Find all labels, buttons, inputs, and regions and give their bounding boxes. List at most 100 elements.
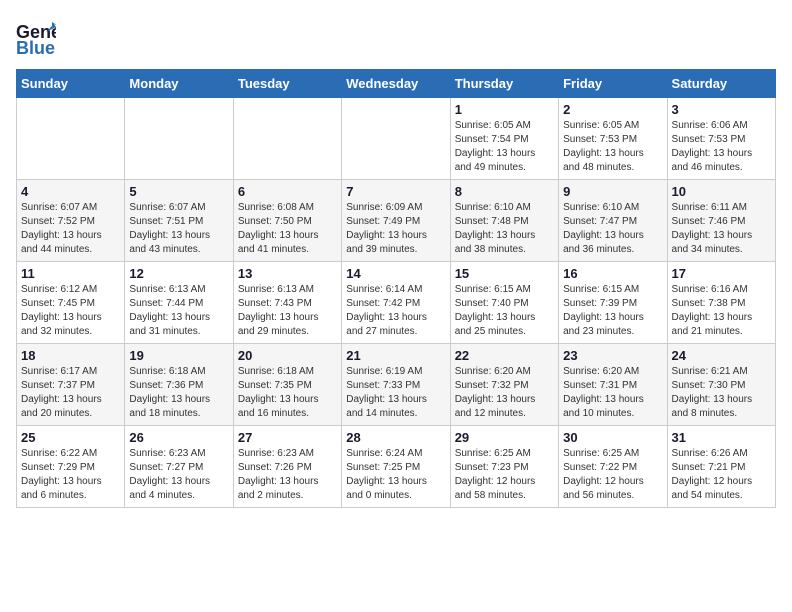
day-number: 1	[455, 102, 554, 117]
calendar-cell: 23Sunrise: 6:20 AM Sunset: 7:31 PM Dayli…	[559, 344, 667, 426]
calendar-cell: 31 Sunrise: 6:26 AM Sunset: 7:21 PM Dayli…	[667, 426, 775, 508]
calendar-header-row: SundayMondayTuesdayWednesdayThursdayFrid…	[17, 70, 776, 98]
calendar-header-thursday: Thursday	[450, 70, 558, 98]
calendar-cell: 4 Sunrise: 6:07 AM Sunset: 7:52 PM Daylig…	[17, 180, 125, 262]
calendar-cell: 24 Sunrise: 6:21 AM Sunset: 7:30 PM Dayli…	[667, 344, 775, 426]
day-info: Sunrise: 6:24 AM Sunset: 7:25 PM Dayligh…	[346, 447, 445, 503]
day-info: Sunrise: 6:09 AM Sunset: 7:49 PM Dayligh…	[346, 201, 445, 257]
day-number: 28	[346, 430, 445, 445]
day-info: Sunrise: 6:18 AM Sunset: 7:35 PM Dayligh…	[238, 365, 337, 421]
day-number: 3	[672, 102, 771, 117]
day-number: 6	[238, 184, 337, 199]
calendar-header-monday: Monday	[125, 70, 233, 98]
day-info: Sunrise: 6:19 AM Sunset: 7:33 PM Dayligh…	[346, 365, 445, 421]
day-number: 7	[346, 184, 445, 199]
day-info: Sunrise: 6:15 AM Sunset: 7:39 PM Dayligh…	[563, 283, 662, 339]
calendar-week-2: 4 Sunrise: 6:07 AM Sunset: 7:52 PM Daylig…	[17, 180, 776, 262]
calendar-cell: 30 Sunrise: 6:25 AM Sunset: 7:22 PM Dayli…	[559, 426, 667, 508]
calendar-header-sunday: Sunday	[17, 70, 125, 98]
day-info: Sunrise: 6:07 AM Sunset: 7:52 PM Dayligh…	[21, 201, 120, 257]
day-info: Sunrise: 6:16 AM Sunset: 7:38 PM Dayligh…	[672, 283, 771, 339]
calendar-cell: 16 Sunrise: 6:15 AM Sunset: 7:39 PM Dayli…	[559, 262, 667, 344]
calendar-cell: 27 Sunrise: 6:23 AM Sunset: 7:26 PM Dayli…	[233, 426, 341, 508]
day-info: Sunrise: 6:11 AM Sunset: 7:46 PM Dayligh…	[672, 201, 771, 257]
day-info: Sunrise: 6:17 AM Sunset: 7:37 PM Dayligh…	[21, 365, 120, 421]
calendar-cell	[233, 98, 341, 180]
day-number: 20	[238, 348, 337, 363]
day-info: Sunrise: 6:13 AM Sunset: 7:44 PM Dayligh…	[129, 283, 228, 339]
calendar-cell: 12 Sunrise: 6:13 AM Sunset: 7:44 PM Dayli…	[125, 262, 233, 344]
day-number: 23	[563, 348, 662, 363]
calendar-cell: 20 Sunrise: 6:18 AM Sunset: 7:35 PM Dayli…	[233, 344, 341, 426]
calendar-cell: 8 Sunrise: 6:10 AM Sunset: 7:48 PM Daylig…	[450, 180, 558, 262]
calendar-table: SundayMondayTuesdayWednesdayThursdayFrid…	[16, 69, 776, 508]
day-number: 18	[21, 348, 120, 363]
header: General Blue	[16, 16, 776, 61]
calendar-cell	[17, 98, 125, 180]
day-number: 27	[238, 430, 337, 445]
day-info: Sunrise: 6:13 AM Sunset: 7:43 PM Dayligh…	[238, 283, 337, 339]
day-number: 16	[563, 266, 662, 281]
day-info: Sunrise: 6:23 AM Sunset: 7:27 PM Dayligh…	[129, 447, 228, 503]
calendar-cell	[342, 98, 450, 180]
day-number: 5	[129, 184, 228, 199]
day-number: 21	[346, 348, 445, 363]
day-info: Sunrise: 6:10 AM Sunset: 7:47 PM Dayligh…	[563, 201, 662, 257]
calendar-header-tuesday: Tuesday	[233, 70, 341, 98]
calendar-cell: 6 Sunrise: 6:08 AM Sunset: 7:50 PM Daylig…	[233, 180, 341, 262]
day-info: Sunrise: 6:25 AM Sunset: 7:22 PM Dayligh…	[563, 447, 662, 503]
logo: General Blue	[16, 16, 56, 61]
day-info: Sunrise: 6:26 AM Sunset: 7:21 PM Dayligh…	[672, 447, 771, 503]
calendar-cell: 18 Sunrise: 6:17 AM Sunset: 7:37 PM Dayli…	[17, 344, 125, 426]
day-info: Sunrise: 6:18 AM Sunset: 7:36 PM Dayligh…	[129, 365, 228, 421]
day-info: Sunrise: 6:05 AM Sunset: 7:53 PM Dayligh…	[563, 119, 662, 175]
calendar-cell: 29Sunrise: 6:25 AM Sunset: 7:23 PM Dayli…	[450, 426, 558, 508]
calendar-cell: 22 Sunrise: 6:20 AM Sunset: 7:32 PM Dayli…	[450, 344, 558, 426]
calendar-cell: 19 Sunrise: 6:18 AM Sunset: 7:36 PM Dayli…	[125, 344, 233, 426]
calendar-cell: 21 Sunrise: 6:19 AM Sunset: 7:33 PM Dayli…	[342, 344, 450, 426]
day-info: Sunrise: 6:14 AM Sunset: 7:42 PM Dayligh…	[346, 283, 445, 339]
calendar-cell: 26 Sunrise: 6:23 AM Sunset: 7:27 PM Dayli…	[125, 426, 233, 508]
day-info: Sunrise: 6:12 AM Sunset: 7:45 PM Dayligh…	[21, 283, 120, 339]
calendar-week-1: 1 Sunrise: 6:05 AM Sunset: 7:54 PM Daylig…	[17, 98, 776, 180]
calendar-week-4: 18 Sunrise: 6:17 AM Sunset: 7:37 PM Dayli…	[17, 344, 776, 426]
day-number: 17	[672, 266, 771, 281]
day-number: 24	[672, 348, 771, 363]
day-info: Sunrise: 6:10 AM Sunset: 7:48 PM Dayligh…	[455, 201, 554, 257]
day-number: 8	[455, 184, 554, 199]
day-number: 4	[21, 184, 120, 199]
day-number: 29	[455, 430, 554, 445]
day-info: Sunrise: 6:21 AM Sunset: 7:30 PM Dayligh…	[672, 365, 771, 421]
calendar-header-saturday: Saturday	[667, 70, 775, 98]
day-number: 30	[563, 430, 662, 445]
calendar-cell: 10 Sunrise: 6:11 AM Sunset: 7:46 PM Dayli…	[667, 180, 775, 262]
day-number: 10	[672, 184, 771, 199]
day-number: 12	[129, 266, 228, 281]
day-info: Sunrise: 6:08 AM Sunset: 7:50 PM Dayligh…	[238, 201, 337, 257]
calendar-week-5: 25Sunrise: 6:22 AM Sunset: 7:29 PM Dayli…	[17, 426, 776, 508]
day-number: 22	[455, 348, 554, 363]
calendar-cell: 14 Sunrise: 6:14 AM Sunset: 7:42 PM Dayli…	[342, 262, 450, 344]
day-info: Sunrise: 6:06 AM Sunset: 7:53 PM Dayligh…	[672, 119, 771, 175]
logo-icon: General Blue	[16, 16, 56, 61]
calendar-cell: 7 Sunrise: 6:09 AM Sunset: 7:49 PM Daylig…	[342, 180, 450, 262]
day-number: 2	[563, 102, 662, 117]
day-info: Sunrise: 6:07 AM Sunset: 7:51 PM Dayligh…	[129, 201, 228, 257]
day-info: Sunrise: 6:05 AM Sunset: 7:54 PM Dayligh…	[455, 119, 554, 175]
day-number: 13	[238, 266, 337, 281]
svg-text:Blue: Blue	[16, 38, 55, 56]
day-number: 31	[672, 430, 771, 445]
calendar-cell: 17 Sunrise: 6:16 AM Sunset: 7:38 PM Dayli…	[667, 262, 775, 344]
day-number: 26	[129, 430, 228, 445]
calendar-cell: 11Sunrise: 6:12 AM Sunset: 7:45 PM Dayli…	[17, 262, 125, 344]
calendar-cell: 13 Sunrise: 6:13 AM Sunset: 7:43 PM Dayli…	[233, 262, 341, 344]
day-number: 19	[129, 348, 228, 363]
calendar-cell: 1 Sunrise: 6:05 AM Sunset: 7:54 PM Daylig…	[450, 98, 558, 180]
calendar-cell: 5 Sunrise: 6:07 AM Sunset: 7:51 PM Daylig…	[125, 180, 233, 262]
calendar-header-friday: Friday	[559, 70, 667, 98]
day-info: Sunrise: 6:20 AM Sunset: 7:32 PM Dayligh…	[455, 365, 554, 421]
day-number: 14	[346, 266, 445, 281]
day-number: 15	[455, 266, 554, 281]
day-info: Sunrise: 6:23 AM Sunset: 7:26 PM Dayligh…	[238, 447, 337, 503]
calendar-header-wednesday: Wednesday	[342, 70, 450, 98]
